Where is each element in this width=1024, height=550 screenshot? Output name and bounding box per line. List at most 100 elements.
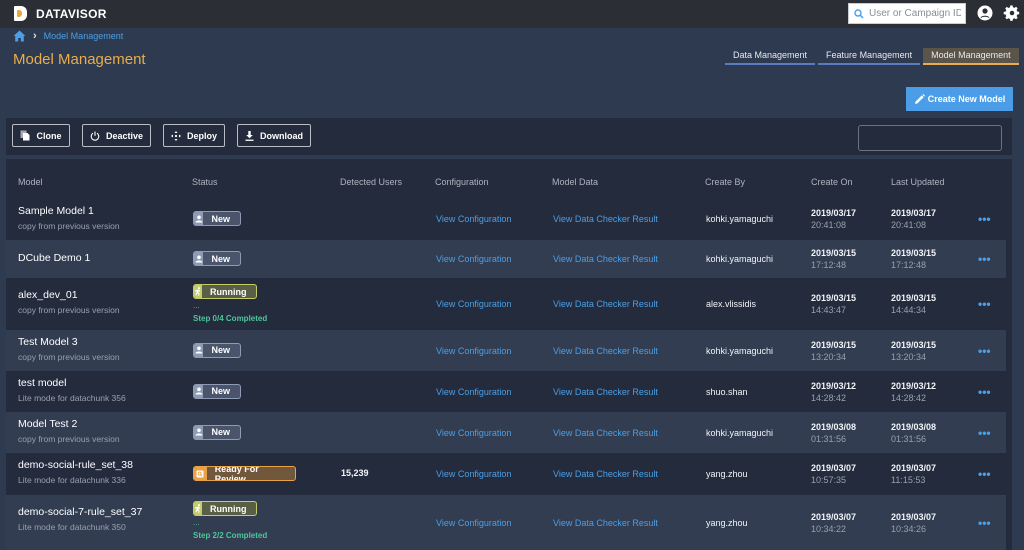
- status-badge: New: [193, 251, 241, 266]
- table-row[interactable]: alex_dev_01 copy from previous version Ru…: [6, 278, 1006, 330]
- model-name[interactable]: DCube Demo 1: [18, 252, 90, 264]
- model-name[interactable]: test model: [18, 377, 66, 389]
- model-name[interactable]: demo-social-7-rule_set_37: [18, 506, 142, 518]
- table-row[interactable]: demo-social-7-rule_set_37 Lite mode for d…: [6, 495, 1006, 550]
- download-button[interactable]: Download: [237, 124, 311, 147]
- view-data-checker-link[interactable]: View Data Checker Result: [553, 299, 658, 309]
- view-data-checker-link[interactable]: View Data Checker Result: [553, 428, 658, 438]
- created-date: 2019/03/17: [811, 208, 857, 218]
- status-label: New: [211, 213, 230, 224]
- column-header-detected-users[interactable]: Detected Users: [340, 177, 402, 187]
- model-name[interactable]: alex_dev_01: [18, 289, 78, 301]
- home-icon[interactable]: [13, 30, 26, 42]
- updated-date: 2019/03/15: [891, 293, 937, 303]
- view-data-checker-link[interactable]: View Data Checker Result: [553, 469, 658, 479]
- section-tabs: Data Management Feature Management Model…: [722, 48, 1019, 65]
- table-search[interactable]: [858, 125, 1002, 151]
- created-by: kohki.yamaguchi: [706, 427, 774, 438]
- global-search[interactable]: [848, 3, 966, 24]
- global-search-input[interactable]: [869, 8, 961, 19]
- deactive-button[interactable]: Deactive: [82, 124, 151, 147]
- logo[interactable]: DATAVISOR: [14, 6, 107, 21]
- view-data-checker-link[interactable]: View Data Checker Result: [553, 387, 658, 397]
- view-configuration-link[interactable]: View Configuration: [436, 387, 511, 397]
- running-person-icon: [194, 287, 201, 296]
- breadcrumb-item-model-management[interactable]: Model Management: [44, 31, 124, 41]
- more-actions-icon[interactable]: •••: [978, 468, 991, 480]
- created-date: 2019/03/07: [811, 463, 857, 473]
- view-data-checker-link[interactable]: View Data Checker Result: [553, 254, 658, 264]
- view-data-checker-link[interactable]: View Data Checker Result: [553, 214, 658, 224]
- column-header-create-by[interactable]: Create By: [705, 177, 745, 187]
- tab-feature-management[interactable]: Feature Management: [818, 48, 921, 65]
- table-row[interactable]: DCube Demo 1 New View Configuration View D…: [6, 240, 1006, 278]
- model-name[interactable]: Sample Model 1: [18, 205, 94, 217]
- view-configuration-link[interactable]: View Configuration: [436, 254, 511, 264]
- clone-button[interactable]: Clone: [12, 124, 70, 147]
- more-actions-icon[interactable]: •••: [978, 345, 991, 357]
- table-header: Model Status Detected Users Configuratio…: [6, 159, 1012, 199]
- created-date: 2019/03/12: [811, 380, 857, 391]
- tab-model-management[interactable]: Model Management: [923, 48, 1019, 65]
- running-person-icon: [194, 504, 201, 513]
- more-actions-icon[interactable]: •••: [978, 386, 991, 398]
- view-configuration-link[interactable]: View Configuration: [436, 518, 511, 528]
- gear-icon[interactable]: [1003, 4, 1021, 22]
- download-label: Download: [260, 130, 303, 141]
- clone-label: Clone: [36, 130, 62, 141]
- more-actions-icon[interactable]: •••: [978, 213, 991, 225]
- breadcrumb-separator-icon: ›: [33, 30, 37, 42]
- status-badge: New: [193, 424, 241, 440]
- created-date: 2019/03/07: [811, 511, 857, 522]
- table-row[interactable]: demo-social-rule_set_38 Lite mode for dat…: [6, 453, 1006, 495]
- created-time: 10:34:22: [811, 523, 847, 534]
- table-row[interactable]: Test Model 3 copy from previous version N…: [6, 330, 1006, 371]
- updated-time: 14:28:42: [891, 392, 927, 403]
- model-description: Lite mode for datachunk 336: [18, 475, 126, 485]
- view-configuration-link[interactable]: View Configuration: [436, 214, 511, 224]
- view-configuration-link[interactable]: View Configuration: [436, 469, 511, 479]
- column-header-create-on[interactable]: Create On: [811, 177, 853, 187]
- table-search-input[interactable]: [859, 126, 1001, 150]
- updated-date: 2019/03/07: [891, 463, 937, 473]
- deploy-button[interactable]: Deploy: [163, 124, 225, 147]
- column-header-status[interactable]: Status: [192, 177, 218, 187]
- user-icon: [195, 346, 203, 354]
- view-configuration-link[interactable]: View Configuration: [436, 299, 511, 309]
- create-new-model-label: Create New Model: [927, 94, 1006, 104]
- more-actions-icon[interactable]: •••: [978, 427, 991, 439]
- view-data-checker-link[interactable]: View Data Checker Result: [553, 346, 658, 356]
- created-by: kohki.yamaguchi: [706, 214, 774, 224]
- table-row[interactable]: test model Lite mode for datachunk 356 Ne…: [6, 371, 1006, 412]
- brand-name: DATAVISOR: [36, 6, 107, 21]
- table-row[interactable]: Model Test 2 copy from previous version N…: [6, 412, 1006, 453]
- tab-data-management[interactable]: Data Management: [725, 48, 816, 65]
- view-configuration-link[interactable]: View Configuration: [436, 428, 511, 438]
- user-account-icon[interactable]: [977, 5, 993, 21]
- created-time: 20:41:08: [811, 220, 847, 230]
- search-icon: [849, 8, 869, 19]
- updated-time: 13:20:34: [891, 351, 927, 362]
- table-row[interactable]: Sample Model 1 copy from previous version…: [6, 199, 1006, 239]
- more-actions-icon[interactable]: •••: [978, 517, 991, 529]
- updated-date: 2019/03/12: [891, 380, 937, 391]
- more-actions-icon[interactable]: •••: [978, 298, 991, 310]
- view-configuration-link[interactable]: View Configuration: [436, 346, 511, 356]
- status-label: Ready For Review: [214, 466, 259, 481]
- create-new-model-button[interactable]: Create New Model: [906, 87, 1013, 111]
- model-name[interactable]: demo-social-rule_set_38: [18, 459, 133, 471]
- status-icon-wrap: [194, 467, 207, 480]
- created-by: yang.zhou: [706, 469, 748, 479]
- step-progress: Step 0/4 Completed: [193, 314, 268, 323]
- view-data-checker-link[interactable]: View Data Checker Result: [553, 518, 658, 528]
- status-icon-wrap: [194, 425, 204, 439]
- column-header-last-updated[interactable]: Last Updated: [891, 177, 945, 187]
- status-icon-wrap: [194, 212, 204, 225]
- model-name[interactable]: Test Model 3: [18, 336, 78, 348]
- column-header-model-data[interactable]: Model Data: [552, 177, 598, 187]
- column-header-model[interactable]: Model: [18, 177, 43, 187]
- column-header-configuration[interactable]: Configuration: [435, 177, 489, 187]
- created-time: 17:12:48: [811, 260, 847, 270]
- more-actions-icon[interactable]: •••: [978, 253, 991, 265]
- model-name[interactable]: Model Test 2: [18, 418, 77, 430]
